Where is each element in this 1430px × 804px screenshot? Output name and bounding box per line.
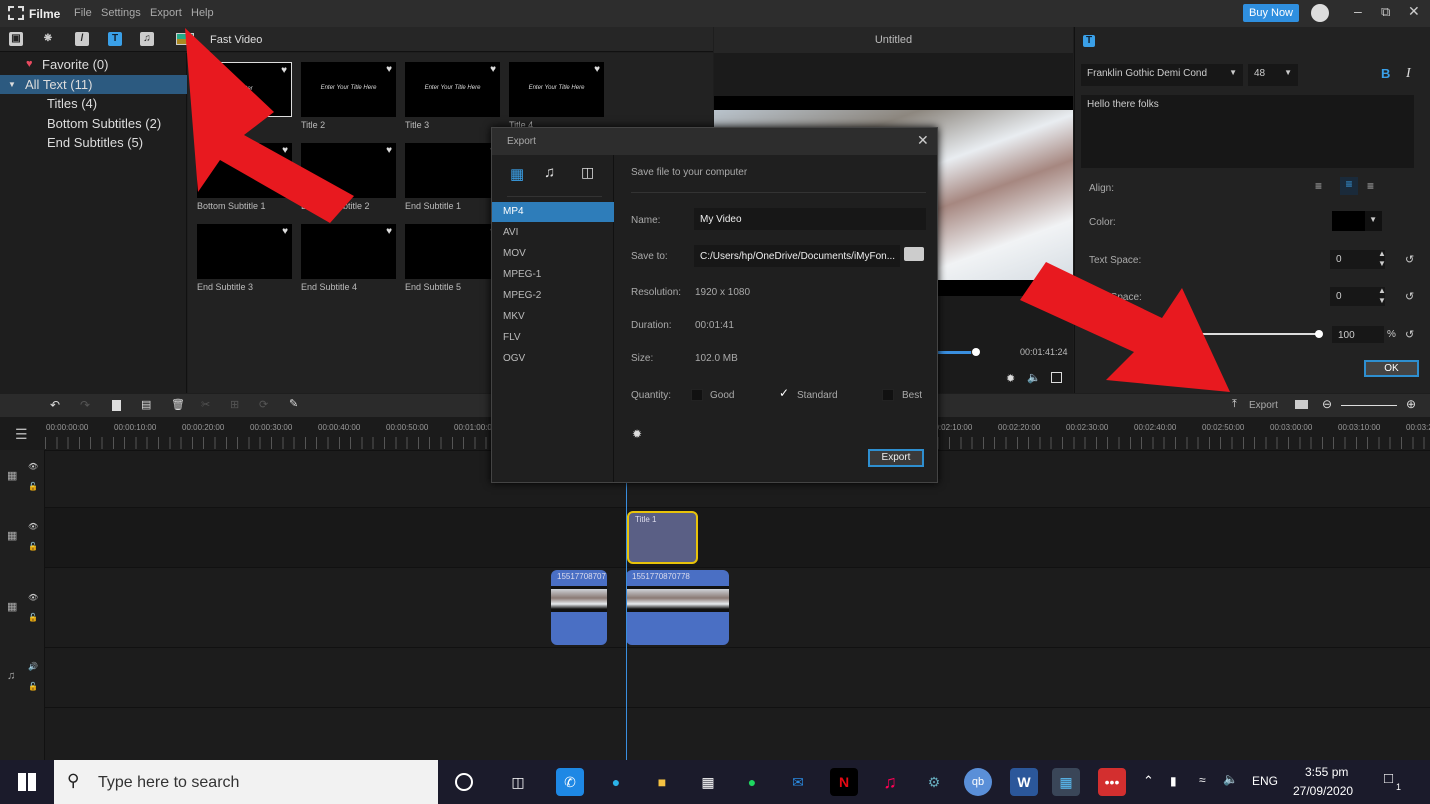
netflix-icon[interactable]: N bbox=[830, 768, 858, 796]
filme-taskbar-icon[interactable]: ▦ bbox=[1052, 768, 1080, 796]
notification-icon[interactable]: □ bbox=[1384, 770, 1393, 787]
wifi-icon[interactable]: ≈ bbox=[1199, 773, 1206, 787]
store-icon[interactable]: ▦ bbox=[694, 768, 722, 796]
itunes-icon[interactable]: ♫ bbox=[876, 768, 904, 796]
windows-taskbar: ⚲ Type here to search ◫ ✆ ● ■ ▦ ● ✉ N ♫ … bbox=[0, 760, 1430, 804]
battery-icon[interactable]: ▮ bbox=[1170, 774, 1177, 788]
volume-icon[interactable]: 🔈 bbox=[1223, 772, 1238, 786]
app-icon[interactable]: ••• bbox=[1098, 768, 1126, 796]
taskbar-search[interactable]: ⚲ Type here to search bbox=[54, 760, 438, 804]
edge-icon[interactable]: ● bbox=[602, 768, 630, 796]
clock-time[interactable]: 3:55 pm bbox=[1305, 765, 1348, 779]
chevron-up-icon[interactable]: ⌃ bbox=[1143, 773, 1154, 789]
task-view-icon[interactable]: ◫ bbox=[504, 768, 532, 796]
clock-date[interactable]: 27/09/2020 bbox=[1293, 784, 1353, 798]
steam-icon[interactable]: ⚙ bbox=[920, 768, 948, 796]
mail-icon[interactable]: ✉ bbox=[784, 768, 812, 796]
windows-start-icon[interactable] bbox=[18, 773, 36, 791]
annotation-arrows bbox=[185, 28, 1230, 392]
file-explorer-icon[interactable]: ■ bbox=[648, 768, 676, 796]
notification-count: 1 bbox=[1396, 782, 1402, 792]
spotify-icon[interactable]: ● bbox=[738, 768, 766, 796]
search-placeholder[interactable]: Type here to search bbox=[98, 774, 239, 792]
red-arrow-down-right bbox=[1020, 262, 1230, 392]
language-indicator[interactable]: ENG bbox=[1252, 774, 1278, 788]
word-icon[interactable]: W bbox=[1010, 768, 1038, 796]
qbittorrent-icon[interactable]: qb bbox=[964, 768, 992, 796]
search-icon: ⚲ bbox=[67, 771, 80, 790]
red-arrow-up-left bbox=[185, 28, 354, 223]
cortana-icon[interactable] bbox=[455, 773, 473, 791]
whatsapp-icon[interactable]: ✆ bbox=[556, 768, 584, 796]
